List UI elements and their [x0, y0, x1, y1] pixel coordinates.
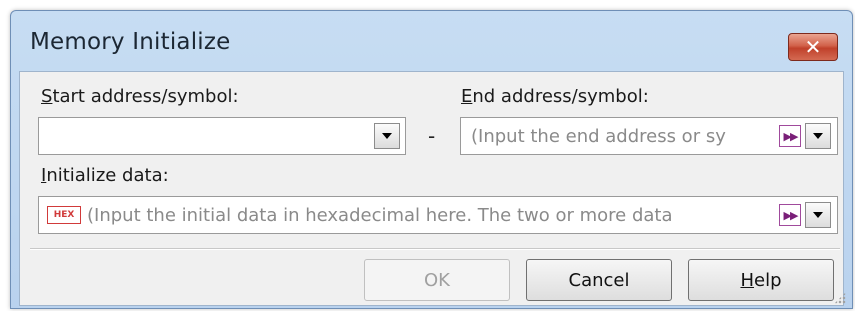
end-address-combobox[interactable]: (Input the end address or sy ▶▶ — [460, 117, 838, 155]
close-button[interactable]: ✕ — [788, 33, 838, 61]
initialize-data-input[interactable]: (Input the initial data in hexadecimal h… — [87, 205, 757, 226]
start-address-dropdown-button[interactable] — [374, 123, 400, 149]
end-address-dropdown-button[interactable] — [805, 123, 831, 149]
help-button[interactable]: Help — [688, 259, 834, 301]
chevron-down-icon — [382, 133, 392, 139]
memory-initialize-dialog: Memory Initialize ✕ Start address/symbol… — [10, 10, 853, 309]
end-address-input[interactable]: (Input the end address or sy — [471, 126, 766, 147]
start-address-combobox[interactable] — [38, 117, 406, 155]
chevron-down-icon — [813, 212, 823, 218]
start-address-label: Start address/symbol: — [41, 86, 239, 107]
fast-forward-icon[interactable]: ▶▶ — [779, 125, 801, 147]
cancel-button[interactable]: Cancel — [526, 259, 672, 301]
ok-button[interactable]: OK — [364, 259, 510, 301]
hex-icon: HEX — [47, 206, 81, 224]
fast-forward-icon[interactable]: ▶▶ — [779, 204, 801, 226]
chevron-down-icon — [813, 133, 823, 139]
end-address-label: End address/symbol: — [461, 86, 649, 107]
range-dash: - — [428, 124, 436, 148]
close-icon: ✕ — [804, 35, 822, 59]
dialog-title: Memory Initialize — [30, 29, 231, 55]
initialize-data-label: Initialize data: — [41, 165, 169, 186]
initialize-data-combobox[interactable]: HEX (Input the initial data in hexadecim… — [38, 196, 838, 234]
initialize-data-dropdown-button[interactable] — [805, 202, 831, 228]
button-separator — [30, 248, 840, 250]
